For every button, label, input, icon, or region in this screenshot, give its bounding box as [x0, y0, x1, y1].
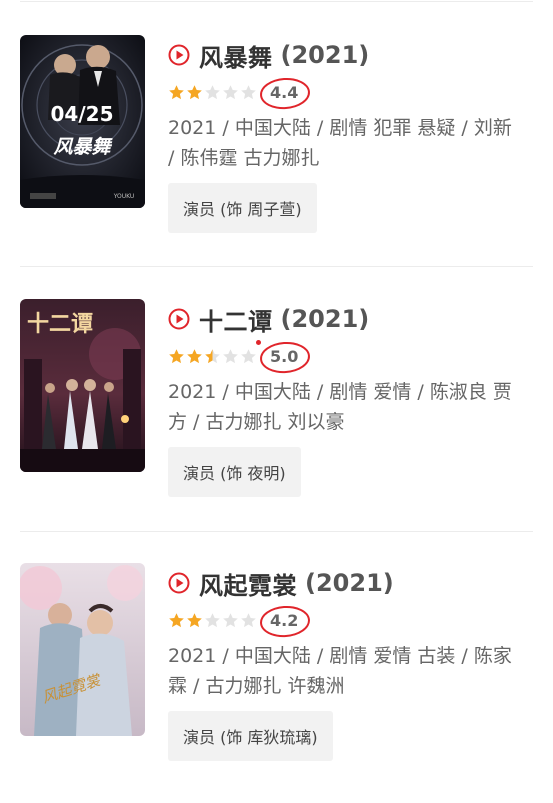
- item-divider: [20, 266, 533, 267]
- role-chip[interactable]: 演员 (饰 库狄琉璃): [168, 711, 333, 761]
- star-icon: [205, 612, 220, 627]
- red-circle-annotation: [258, 339, 312, 375]
- item-divider: [20, 531, 533, 532]
- star-icon: [205, 84, 220, 99]
- star-icon: [223, 612, 238, 627]
- top-divider: [20, 1, 533, 2]
- star-rating: [168, 84, 258, 101]
- movie-year: (2021): [280, 41, 370, 69]
- movie-title[interactable]: 风暴舞: [199, 38, 273, 73]
- poster-date: 04/25: [51, 102, 114, 126]
- rating-row: 5.0: [168, 339, 312, 375]
- star-rating: [168, 348, 258, 365]
- poster-image[interactable]: 风起霓裳: [20, 563, 145, 736]
- role-chip[interactable]: 演员 (饰 夜明): [168, 447, 301, 497]
- list-item[interactable]: 风起霓裳 风起霓裳 (2021) 4.2 2021 / 中国大陆 / 剧情 爱情…: [0, 563, 553, 803]
- play-circle-icon[interactable]: [168, 572, 190, 594]
- score-value: 4.2: [258, 603, 312, 639]
- poster-image[interactable]: 十二谭: [20, 299, 145, 472]
- star-icon: [187, 348, 202, 363]
- star-icon: [187, 612, 202, 627]
- annotation-dot: [256, 340, 261, 345]
- movie-title[interactable]: 十二谭: [199, 302, 273, 337]
- rating-row: 4.4: [168, 75, 312, 111]
- play-circle-icon[interactable]: [168, 44, 190, 66]
- star-icon: [223, 348, 238, 363]
- rating-row: 4.2: [168, 603, 312, 639]
- role-chip[interactable]: 演员 (饰 周子萱): [168, 183, 317, 233]
- red-circle-annotation: [258, 603, 312, 639]
- poster-title: 风暴舞: [53, 136, 113, 158]
- list-item[interactable]: 04/25 风暴舞 YOUKU 风暴舞 (2021) 4.4 2021 / 中国…: [0, 35, 553, 275]
- movie-year: (2021): [305, 569, 394, 597]
- star-icon: [223, 84, 238, 99]
- star-icon: [187, 84, 202, 99]
- title-row[interactable]: 风起霓裳 (2021): [168, 566, 394, 601]
- star-icon: [169, 84, 184, 99]
- movie-meta: 2021 / 中国大陆 / 剧情 犯罪 悬疑 / 刘新 / 陈伟霆 古力娜扎: [168, 117, 512, 169]
- movie-meta: 2021 / 中国大陆 / 剧情 爱情 / 陈淑良 贾方 / 古力娜扎 刘以豪: [168, 381, 512, 433]
- star-icon: [169, 348, 184, 363]
- star-icon: [241, 348, 256, 363]
- star-rating: [168, 612, 258, 629]
- movie-year: (2021): [280, 305, 370, 333]
- poster-image[interactable]: 04/25 风暴舞 YOUKU: [20, 35, 145, 208]
- title-row[interactable]: 风暴舞 (2021): [168, 38, 370, 73]
- red-circle-annotation: [258, 75, 312, 111]
- star-icon: [241, 84, 256, 99]
- list-item[interactable]: 十二谭 十二谭 (2021) 5.0 2021 / 中国大陆 / 剧情 爱情 /…: [0, 299, 553, 539]
- play-circle-icon[interactable]: [168, 308, 190, 330]
- poster-brand: YOUKU: [113, 193, 135, 200]
- star-icon: [205, 348, 220, 363]
- star-icon: [169, 612, 184, 627]
- score-value: 4.4: [258, 75, 312, 111]
- score-value: 5.0: [258, 339, 312, 375]
- movie-title[interactable]: 风起霓裳: [199, 566, 297, 601]
- poster-title: 十二谭: [27, 311, 93, 337]
- title-row[interactable]: 十二谭 (2021): [168, 302, 370, 337]
- movie-meta: 2021 / 中国大陆 / 剧情 爱情 古装 / 陈家霖 / 古力娜扎 许魏洲: [168, 645, 512, 697]
- star-icon: [241, 612, 256, 627]
